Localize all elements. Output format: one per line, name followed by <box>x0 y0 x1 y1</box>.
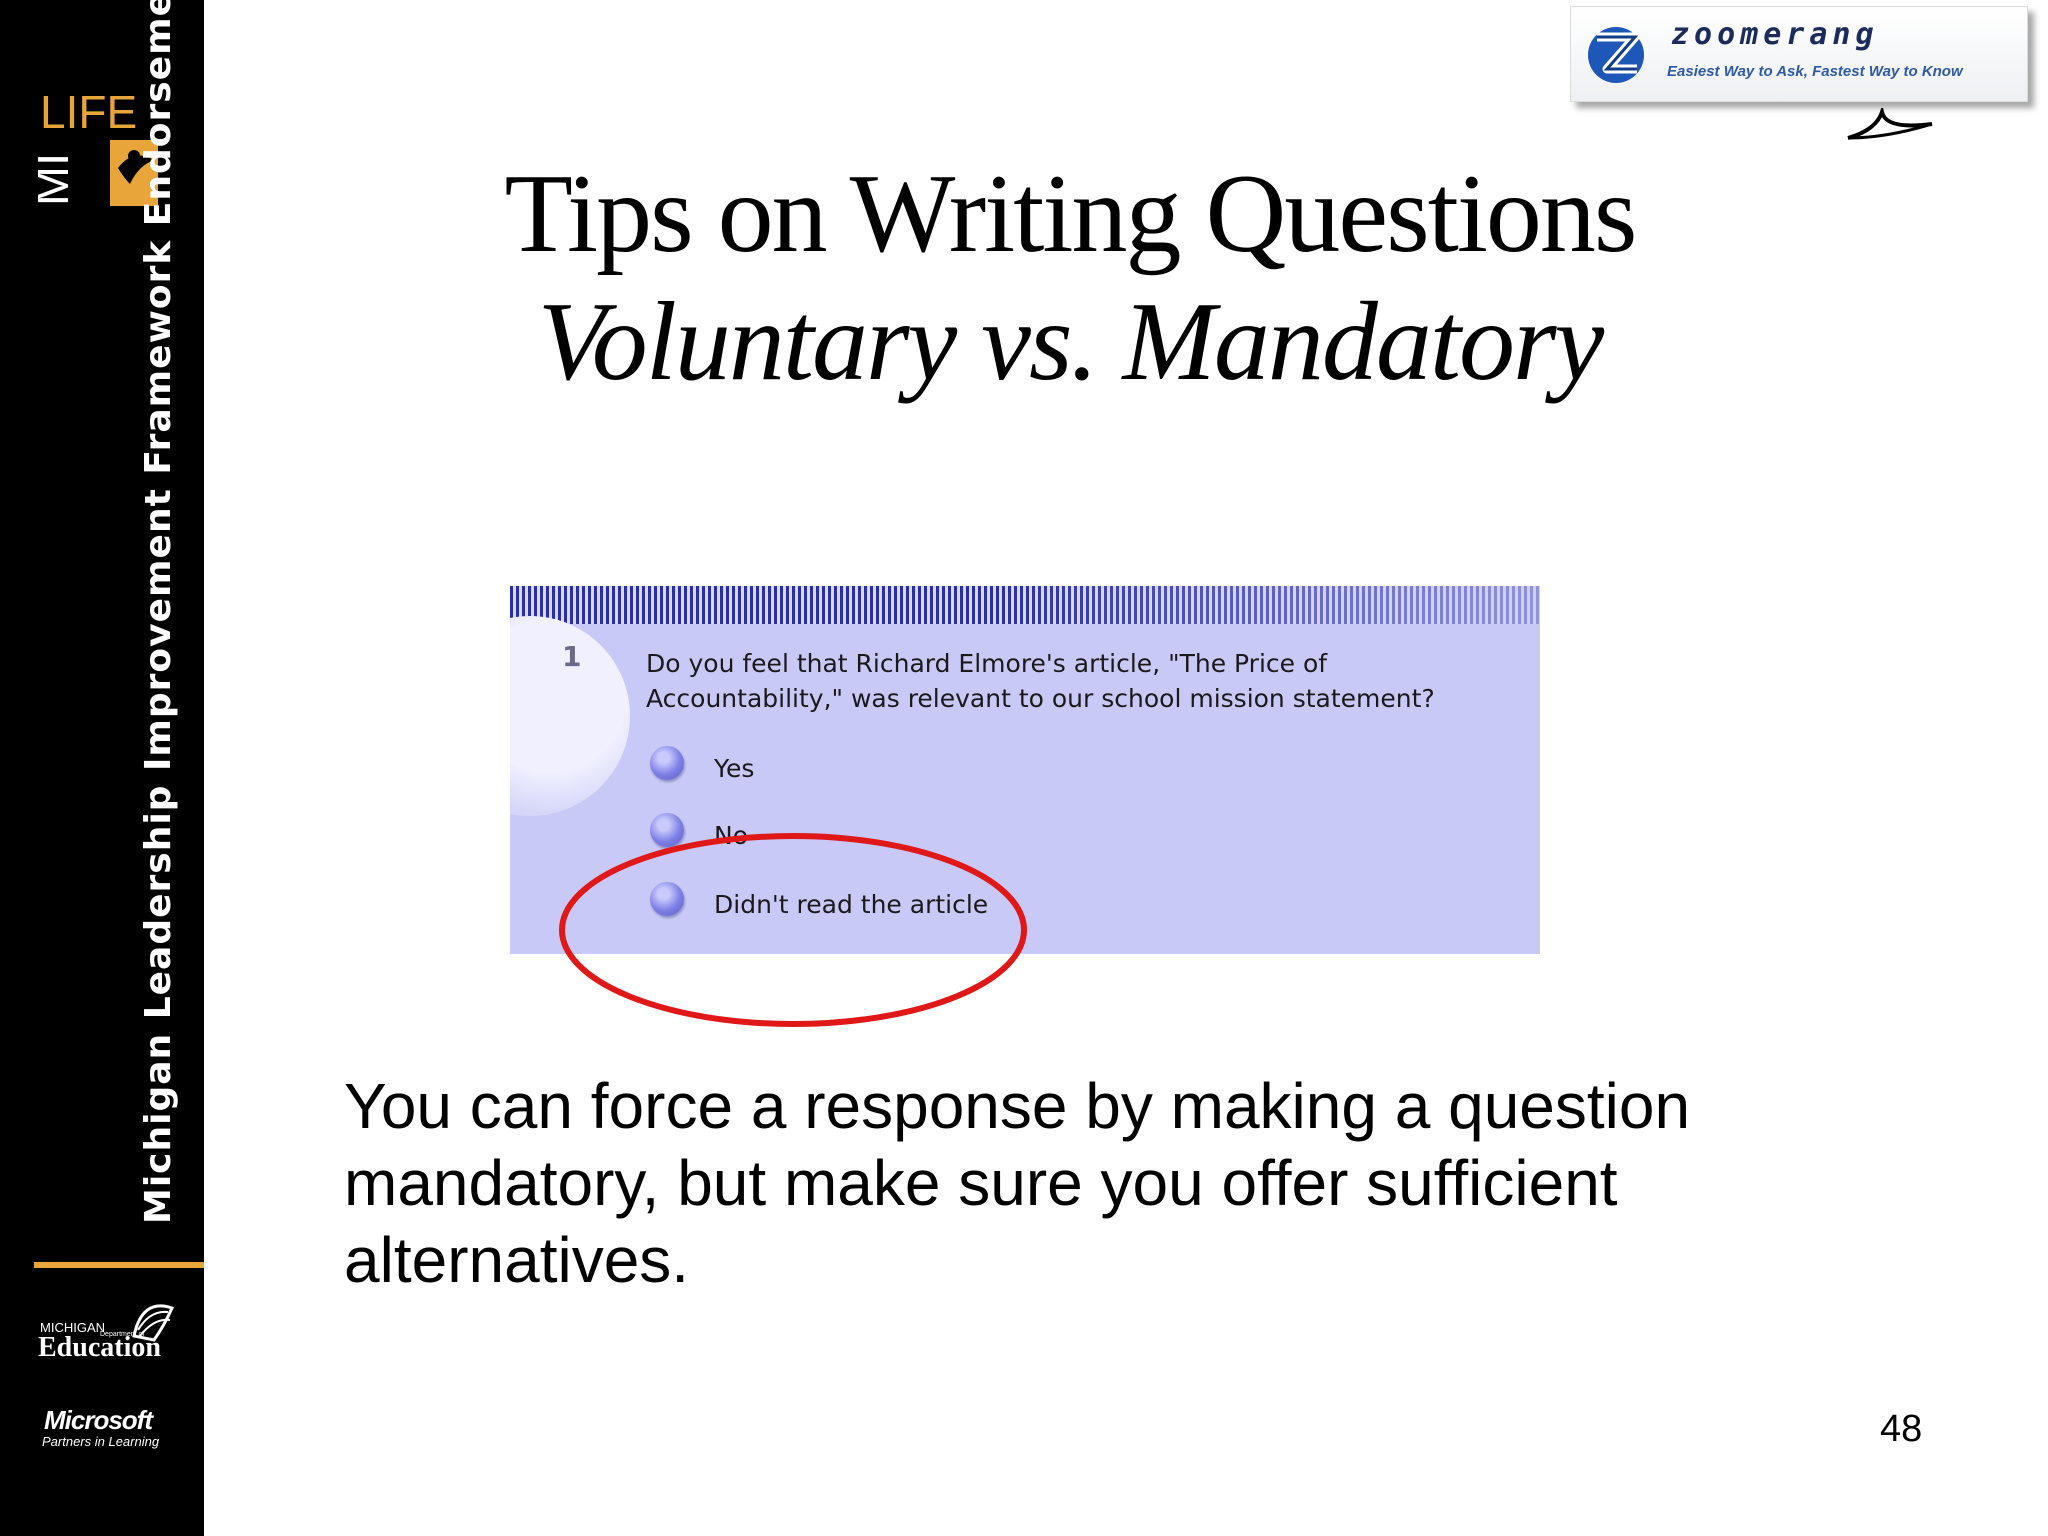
page-number: 48 <box>1880 1408 1923 1450</box>
radio-button[interactable] <box>650 746 684 780</box>
survey-header-stripes <box>510 586 1540 624</box>
option-label: Yes <box>714 754 755 783</box>
life-logo-text: LIFE <box>40 88 137 138</box>
microsoft-tagline: Partners in Learning <box>42 1434 160 1449</box>
zoomerang-tagline: Easiest Way to Ask, Fastest Way to Know <box>1667 63 1963 80</box>
mde-education-label: Education <box>38 1332 161 1363</box>
sidebar-divider <box>34 1262 204 1268</box>
zoomerang-logo: zoomerang Easiest Way to Ask, Fastest Wa… <box>1570 6 2028 102</box>
title-line-1: Tips on Writing Questions <box>504 152 1637 276</box>
speech-bubble-icon <box>1847 108 1933 140</box>
highlight-ellipse <box>559 833 1027 1027</box>
sidebar: LIFE MI Michigan Leadership Improvement … <box>0 0 204 1536</box>
question-text: Do you feel that Richard Elmore's articl… <box>646 649 1435 713</box>
zoomerang-name: zoomerang <box>1671 17 1879 52</box>
sidebar-vertical-title: Michigan Leadership Improvement Framewor… <box>138 0 179 1224</box>
zoomerang-z-icon <box>1588 27 1644 83</box>
slide-title: Tips on Writing Questions Voluntary vs. … <box>420 150 1720 406</box>
question-number: 1 <box>562 640 582 673</box>
body-text: You can force a response by making a que… <box>344 1070 1691 1296</box>
microsoft-logo: Microsoft <box>44 1405 153 1435</box>
mi-logo-text: MI <box>38 153 79 206</box>
title-line-2: Voluntary vs. Mandatory <box>537 280 1605 404</box>
